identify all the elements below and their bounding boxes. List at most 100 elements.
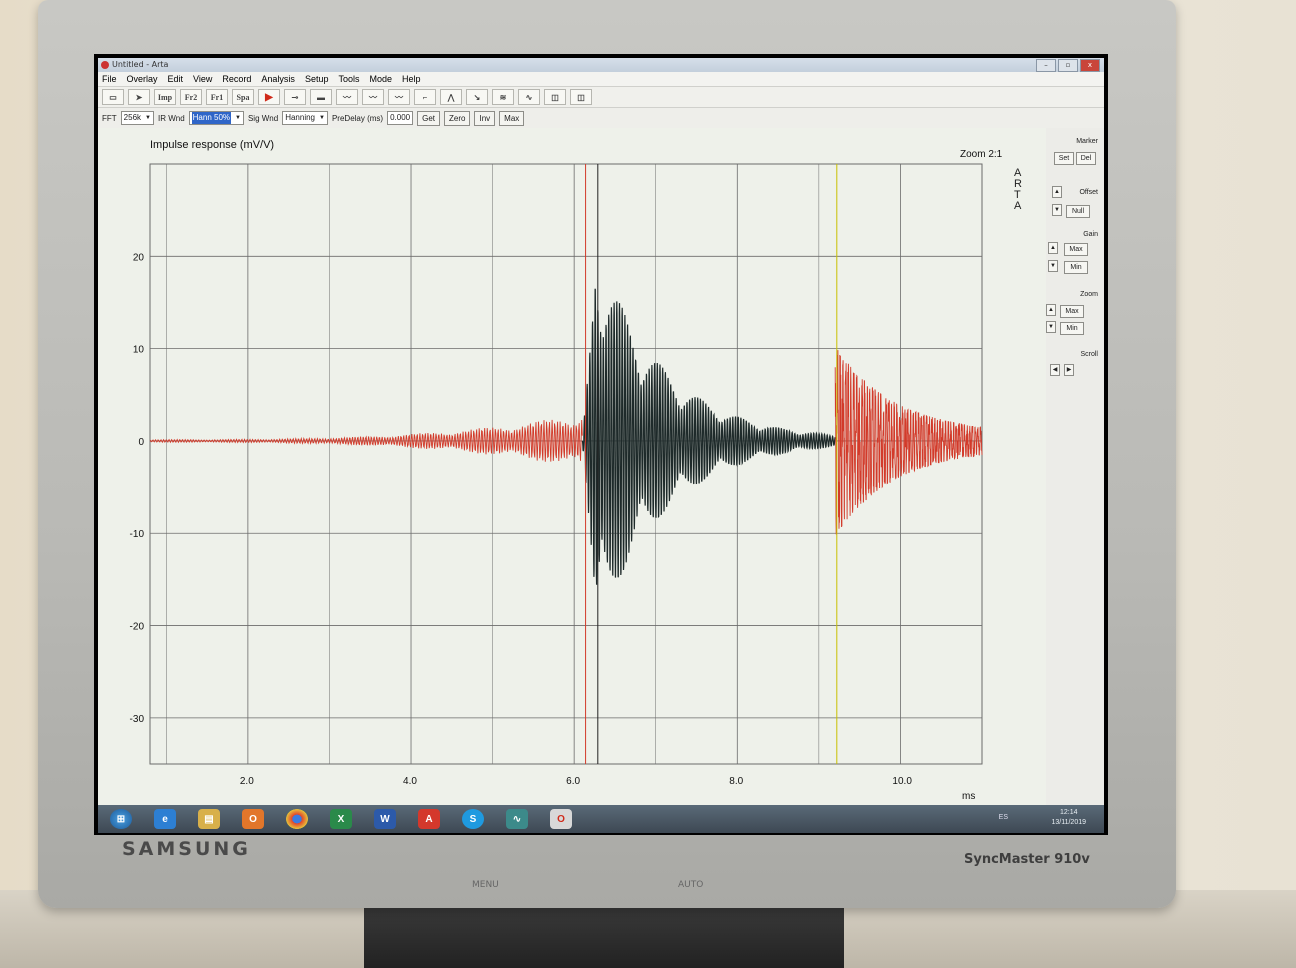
y-tick-label: -10 xyxy=(130,529,145,540)
predelay-input[interactable]: 0.000 xyxy=(387,111,414,125)
x-tick-label: 10.0 xyxy=(892,776,912,787)
spl-chart-icon[interactable]: 〰 xyxy=(362,89,384,105)
gain-up-arrow-icon[interactable]: ▲ xyxy=(1048,242,1058,254)
monitor-menu-label: MENU xyxy=(472,880,499,890)
taskbar: ⊞ e ▤ O X W A S ∿ O ES 12:14 13/11/2019 xyxy=(98,805,1104,833)
menu-bar: File Overlay Edit View Record Analysis S… xyxy=(98,72,1104,87)
marker-set-button[interactable]: Set xyxy=(1054,152,1074,165)
ticks: 2.0 4.0 6.0 8.0 10.0 20 10 0 -10 -20 -30 xyxy=(130,252,913,787)
offset-null-button[interactable]: Null xyxy=(1066,205,1090,218)
monitor-stand xyxy=(364,905,844,968)
get-button[interactable]: Get xyxy=(417,110,441,126)
menu-tools[interactable]: Tools xyxy=(338,72,359,86)
gain-max-button[interactable]: Max xyxy=(1064,243,1088,256)
menu-record[interactable]: Record xyxy=(222,72,251,86)
zoom-min-button[interactable]: Min xyxy=(1060,322,1084,335)
acrobat-icon[interactable]: A xyxy=(418,809,440,829)
gain-down-arrow-icon[interactable]: ▼ xyxy=(1048,260,1058,272)
irwnd-select[interactable]: Hann 50% ▼ xyxy=(188,111,244,125)
monitor-auto-label: AUTO xyxy=(678,880,704,890)
sigwnd-select[interactable]: Hanning ▼ xyxy=(282,111,328,125)
spa-button[interactable]: Spa xyxy=(232,89,254,105)
max-button[interactable]: Max xyxy=(499,110,525,126)
sigwnd-label: Sig Wnd xyxy=(247,113,279,123)
word-icon[interactable]: W xyxy=(374,809,396,829)
zoom-down-arrow-icon[interactable]: ▼ xyxy=(1046,321,1056,333)
minimize-button[interactable]: – xyxy=(1036,59,1056,72)
chrome-icon[interactable] xyxy=(286,809,308,829)
phase-chart-icon[interactable]: 〰 xyxy=(388,89,410,105)
window-title: Untitled - Arta xyxy=(112,60,169,69)
outlook-icon[interactable]: O xyxy=(242,809,264,829)
monitor-bezel: Untitled - Arta – ▫ x File Overlay Edit … xyxy=(38,0,1176,908)
record-play-icon[interactable]: ▶ xyxy=(258,89,280,105)
fft-select[interactable]: 256k ▼ xyxy=(120,111,154,125)
y-tick-label: 20 xyxy=(133,252,145,263)
inv-button[interactable]: Inv xyxy=(474,110,496,126)
menu-mode[interactable]: Mode xyxy=(369,72,392,86)
offset-down-arrow-icon[interactable]: ▼ xyxy=(1052,204,1062,216)
probe-icon[interactable]: ⊸ xyxy=(284,89,306,105)
menu-help[interactable]: Help xyxy=(402,72,421,86)
impulse-chart[interactable]: Impulse response (mV/V) Zoom 2:1 ARTA 2.… xyxy=(98,128,1046,805)
close-button[interactable]: x xyxy=(1080,59,1100,72)
pointer-icon[interactable]: ➤ xyxy=(128,89,150,105)
opera-icon[interactable]: O xyxy=(550,809,572,829)
menu-setup[interactable]: Setup xyxy=(305,72,329,86)
offset-label: Offset xyxy=(1079,189,1098,196)
clock-time: 12:14 xyxy=(1059,809,1078,816)
gain-min-button[interactable]: Min xyxy=(1064,261,1088,274)
zoom-up-arrow-icon[interactable]: ▲ xyxy=(1046,304,1056,316)
x-tick-label: 2.0 xyxy=(240,776,254,787)
menu-analysis[interactable]: Analysis xyxy=(261,72,295,86)
fr-chart-icon[interactable]: 〰 xyxy=(336,89,358,105)
sti-icon[interactable]: ◫ xyxy=(544,89,566,105)
sigwnd-value: Hanning xyxy=(285,113,316,122)
chevron-down-icon: ▼ xyxy=(145,115,151,121)
watermark-letter: A xyxy=(1014,200,1022,212)
title-bar: Untitled - Arta – ▫ x xyxy=(98,58,1104,72)
scroll-right-arrow-icon[interactable]: ▶ xyxy=(1064,364,1074,376)
menu-edit[interactable]: Edit xyxy=(168,72,184,86)
scroll-left-arrow-icon[interactable]: ◀ xyxy=(1050,364,1060,376)
new-file-icon[interactable]: ▭ xyxy=(102,89,124,105)
arta-icon[interactable]: ∿ xyxy=(506,809,528,829)
explorer-icon[interactable]: ▤ xyxy=(198,809,220,829)
waterfall-chart-icon[interactable]: ∿ xyxy=(518,89,540,105)
step-chart-icon[interactable]: ⌐ xyxy=(414,89,436,105)
menu-overlay[interactable]: Overlay xyxy=(127,72,158,86)
generator-icon[interactable]: ▬ xyxy=(310,89,332,105)
rasti-icon[interactable]: ◫ xyxy=(570,89,592,105)
ie-icon[interactable]: e xyxy=(154,809,176,829)
etc-chart-icon[interactable]: ⋀ xyxy=(440,89,462,105)
x-tick-label: 4.0 xyxy=(403,776,417,787)
zero-button[interactable]: Zero xyxy=(444,110,471,126)
chevron-down-icon: ▼ xyxy=(235,115,241,121)
system-clock[interactable]: 12:14 13/11/2019 xyxy=(1051,808,1086,828)
toolbar: ▭ ➤ Imp Fr2 Fr1 Spa ▶ ⊸ ▬ 〰 〰 〰 ⌐ ⋀ ↘ ≋ … xyxy=(98,87,1104,108)
start-icon[interactable]: ⊞ xyxy=(110,809,132,829)
y-tick-label: -20 xyxy=(130,622,145,633)
plot-area[interactable]: Impulse response (mV/V) Zoom 2:1 ARTA 2.… xyxy=(98,128,1046,805)
screen: Untitled - Arta – ▫ x File Overlay Edit … xyxy=(94,54,1108,835)
irwnd-value: Hann 50% xyxy=(191,112,232,124)
offset-up-arrow-icon[interactable]: ▲ xyxy=(1052,186,1062,198)
cs-chart-icon[interactable]: ≋ xyxy=(492,89,514,105)
menu-view[interactable]: View xyxy=(193,72,212,86)
rev-chart-icon[interactable]: ↘ xyxy=(466,89,488,105)
zoom-max-button[interactable]: Max xyxy=(1060,305,1084,318)
imp-button[interactable]: Imp xyxy=(154,89,176,105)
excel-icon[interactable]: X xyxy=(330,809,352,829)
fr2-button[interactable]: Fr2 xyxy=(180,89,202,105)
fr1-button[interactable]: Fr1 xyxy=(206,89,228,105)
marker-del-button[interactable]: Del xyxy=(1076,152,1096,165)
traces xyxy=(149,288,983,585)
language-indicator[interactable]: ES xyxy=(999,814,1008,821)
right-panel: Marker Set Del ▲ Offset ▼ Null Gain ▲ Ma… xyxy=(1046,128,1104,805)
gain-label: Gain xyxy=(1083,231,1098,238)
fft-label: FFT xyxy=(102,113,117,123)
skype-icon[interactable]: S xyxy=(462,809,484,829)
maximize-button[interactable]: ▫ xyxy=(1058,59,1078,72)
chevron-down-icon: ▼ xyxy=(319,115,325,121)
menu-file[interactable]: File xyxy=(102,72,117,86)
